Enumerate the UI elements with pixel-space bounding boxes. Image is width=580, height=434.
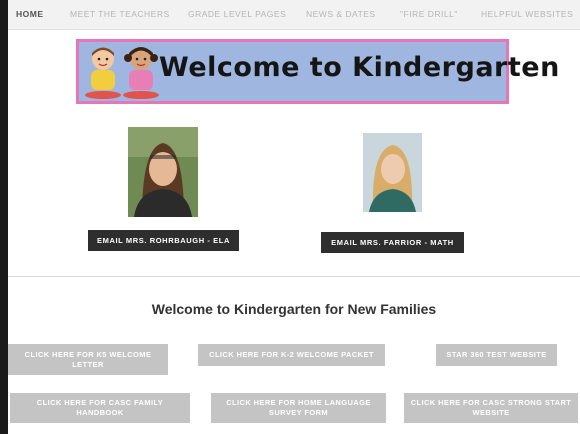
casc-family-handbook-button[interactable]: CLICK HERE FOR CASC FAMILY HANDBOOK <box>10 393 190 423</box>
k2-welcome-packet-button[interactable]: CLICK HERE FOR K-2 WELCOME PACKET <box>198 344 385 366</box>
welcome-banner: Welcome to Kindergarten <box>76 39 560 104</box>
teacher-rohrbaugh-photo <box>128 127 198 217</box>
kid-boy-icon <box>85 47 121 99</box>
star-360-test-website-button[interactable]: STAR 360 TEST WEBSITE <box>436 344 557 366</box>
home-language-survey-button[interactable]: CLICK HERE FOR HOME LANGUAGE SURVEY FORM <box>211 393 386 423</box>
teacher-farrior-photo <box>363 133 422 212</box>
nav-item-home[interactable]: HOME <box>16 9 44 19</box>
casc-strong-start-button[interactable]: CLICK HERE FOR CASC STRONG START WEBSITE <box>404 393 578 423</box>
nav-item-fire-drill[interactable]: "FIRE DRILL" <box>400 9 458 19</box>
top-navigation: HOME MEET THE TEACHERS GRADE LEVEL PAGES… <box>8 0 580 30</box>
nav-item-news-dates[interactable]: NEWS & DATES <box>306 9 376 19</box>
nav-item-grade-level-pages[interactable]: GRADE LEVEL PAGES <box>188 9 286 19</box>
k5-welcome-letter-button[interactable]: CLICK HERE FOR K5 WELCOME LETTER <box>8 344 168 375</box>
section-divider <box>8 276 580 277</box>
nav-item-helpful-websites[interactable]: HELPFUL WEBSITES <box>481 9 573 19</box>
nav-item-meet-the-teachers[interactable]: MEET THE TEACHERS <box>70 9 170 19</box>
page: HOME MEET THE TEACHERS GRADE LEVEL PAGES… <box>8 0 580 434</box>
email-farrior-button[interactable]: EMAIL MRS. FARRIOR - MATH <box>321 232 464 253</box>
new-families-title: Welcome to Kindergarten for New Families <box>151 301 437 317</box>
kid-girl-icon <box>123 47 159 99</box>
email-rohrbaugh-button[interactable]: EMAIL MRS. ROHRBAUGH - ELA <box>88 230 239 251</box>
banner-title: Welcome to Kindergarten <box>159 52 560 83</box>
